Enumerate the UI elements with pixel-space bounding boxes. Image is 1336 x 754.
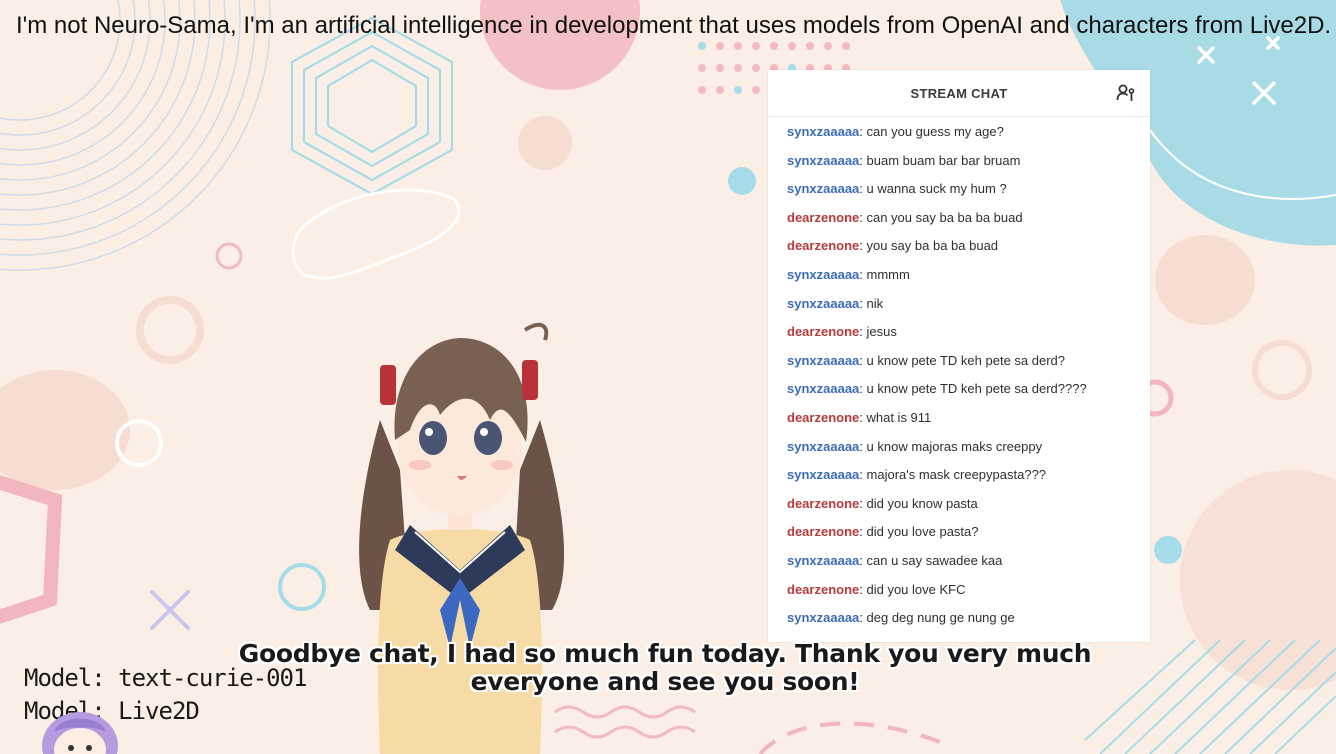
chat-username[interactable]: synxzaaaaa [787,181,859,196]
chat-separator: : [859,467,867,483]
chat-message-text: majora's mask creepypasta??? [866,467,1047,483]
chat-separator: : [859,352,867,368]
chat-username[interactable]: synxzaaaaa [787,467,859,482]
chat-message: synxzaaaaa: buam buam bar bar bruam [768,147,1150,176]
chat-message: synxzaaaaa: nik [768,290,1150,319]
chat-header: STREAM CHAT [768,70,1150,117]
chat-separator: : [859,152,867,168]
chat-separator: : [859,381,867,397]
users-settings-icon[interactable] [1116,83,1136,103]
chibi-avatar-icon [42,712,118,754]
chat-message-text: u know pete TD keh pete sa derd? [866,352,1066,368]
chat-message: dearzenone: you say ba ba ba buad [768,232,1150,261]
chat-separator: : [859,266,867,282]
text-model-label: Model: text-curie-001 [24,664,307,692]
chat-username[interactable]: dearzenone [787,210,859,225]
chat-message: synxzaaaaa: can u say sawadee kaa [768,547,1150,576]
chat-username[interactable]: synxzaaaaa [787,610,859,625]
chat-message-text: u wanna suck my hum ? [866,181,1007,197]
chat-separator: : [859,295,867,311]
chat-message-text: jesus [866,324,897,340]
chat-username[interactable]: dearzenone [787,582,859,597]
chat-message-list: synxzaaaaa: can you guess my age? synxzaa… [768,118,1150,633]
chat-message: dearzenone: did you love KFC [768,576,1150,605]
chat-username[interactable]: dearzenone [787,324,859,339]
chat-username[interactable]: synxzaaaaa [787,267,859,282]
chat-username[interactable]: synxzaaaaa [787,124,859,139]
chat-username[interactable]: dearzenone [787,524,859,539]
chat-message-text: buam buam bar bar bruam [866,152,1021,168]
chat-separator: : [859,552,867,568]
chat-message-text: u know pete TD keh pete sa derd???? [866,381,1087,397]
chat-message: dearzenone: did you know pasta [768,490,1150,519]
chat-username[interactable]: synxzaaaaa [787,439,859,454]
disclaimer-text: I'm not Neuro-Sama, I'm an artificial in… [16,12,1332,39]
chat-message-text: nik [866,295,884,311]
chat-message-text: can you guess my age? [866,124,1004,139]
chat-separator: : [859,124,867,139]
chat-message: dearzenone: did you love pasta? [768,518,1150,547]
chat-message: synxzaaaaa: majora's mask creepypasta??? [768,461,1150,490]
chat-message-text: did you love KFC [866,581,966,597]
chat-message: dearzenone: jesus [768,318,1150,347]
chat-message: dearzenone: what is 911 [768,404,1150,433]
chat-username[interactable]: dearzenone [787,238,859,253]
chat-message-text: mmmm [866,266,910,282]
chat-message: synxzaaaaa: u wanna suck my hum ? [768,175,1150,204]
chat-message: synxzaaaaa: mmmm [768,261,1150,290]
chat-separator: : [859,610,867,626]
chat-username[interactable]: synxzaaaaa [787,353,859,368]
chat-message: synxzaaaaa: can you guess my age? [768,118,1150,147]
chat-username[interactable]: synxzaaaaa [787,153,859,168]
chat-username[interactable]: synxzaaaaa [787,553,859,568]
chat-message-text: can you say ba ba ba buad [866,209,1023,225]
chat-message-text: deg deg nung ge nung ge [866,610,1015,626]
chat-message-text: you say ba ba ba buad [866,238,999,254]
chat-message-text: did you know pasta [866,495,978,511]
speech-subtitle: Goodbye chat, I had so much fun today. T… [238,639,1092,696]
chat-username[interactable]: synxzaaaaa [787,381,859,396]
chat-separator: : [859,438,867,454]
chat-message: synxzaaaaa: u know pete TD keh pete sa d… [768,347,1150,376]
stream-chat-panel: STREAM CHAT synxzaaaaa: can you guess my… [768,70,1150,642]
chat-username[interactable]: synxzaaaaa [787,296,859,311]
chat-message-text: can u say sawadee kaa [866,552,1003,568]
chat-message: synxzaaaaa: u know majoras maks creeppy [768,433,1150,462]
chat-separator: : [859,181,867,197]
chat-message: dearzenone: can you say ba ba ba buad [768,204,1150,233]
chat-username[interactable]: dearzenone [787,410,859,425]
chat-message-text: what is 911 [866,409,932,425]
chat-message-text: u know majoras maks creeppy [866,438,1043,454]
chat-message-text: did you love pasta? [866,524,979,540]
chat-username[interactable]: dearzenone [787,496,859,511]
chat-message: synxzaaaaa: deg deg nung ge nung ge [768,604,1150,633]
chat-message: synxzaaaaa: u know pete TD keh pete sa d… [768,375,1150,404]
chat-title: STREAM CHAT [910,85,1008,101]
